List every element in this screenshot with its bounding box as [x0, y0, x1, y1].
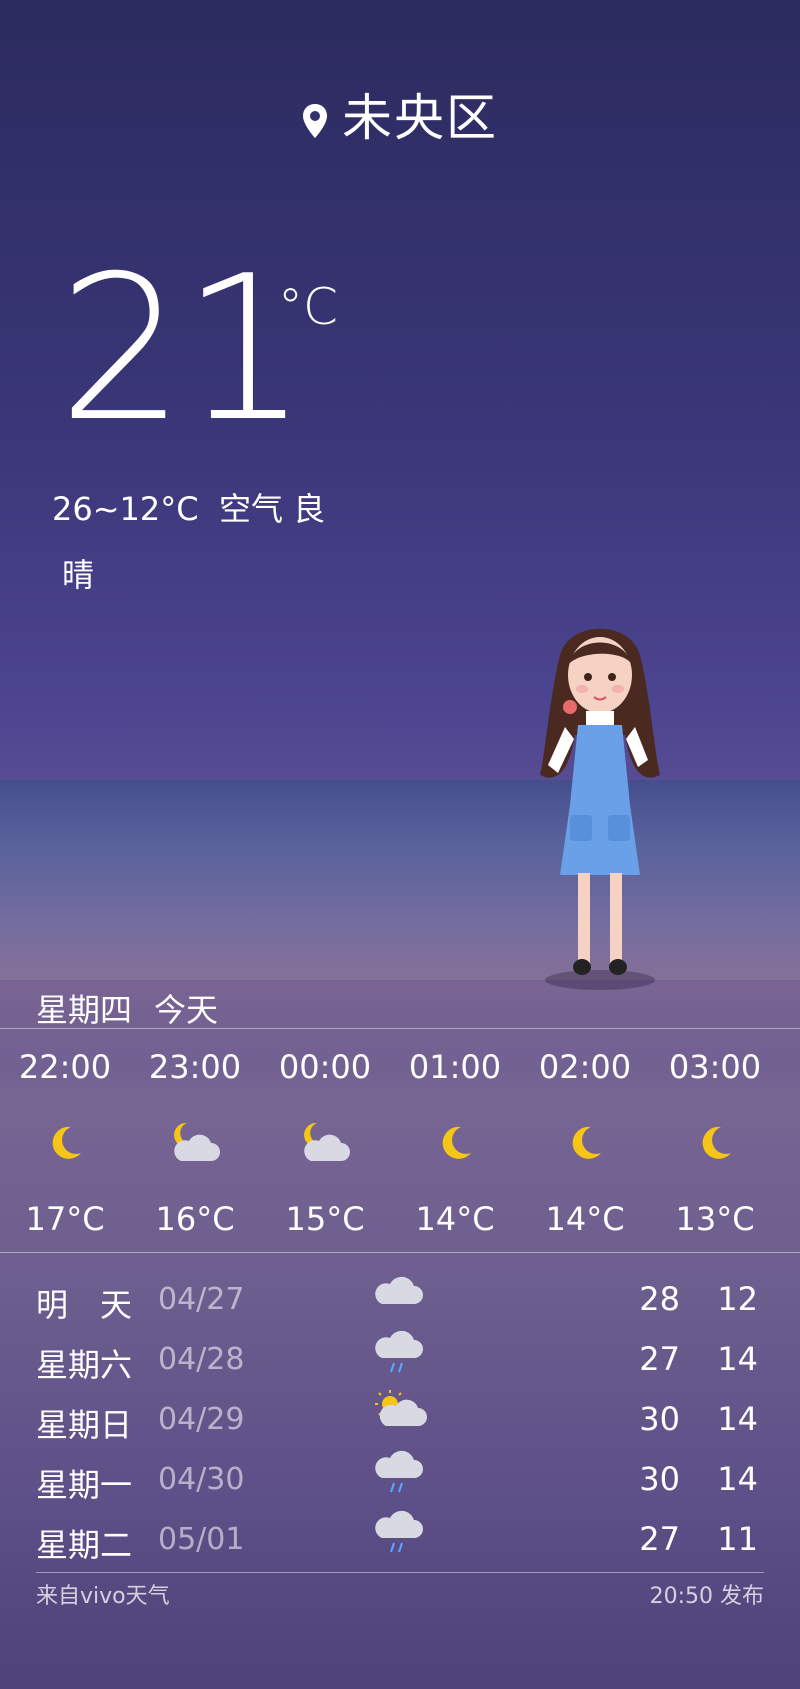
day-date: 04/29	[158, 1402, 245, 1437]
day-date: 04/27	[158, 1282, 245, 1317]
moon-icon	[650, 1098, 780, 1188]
day-name: 明 天	[36, 1286, 133, 1324]
moon-icon	[520, 1098, 650, 1188]
rain-cloud-icon	[374, 1448, 424, 1500]
day-low: 14	[717, 1340, 758, 1378]
moon-icon	[0, 1098, 130, 1188]
day-name: 星期六	[36, 1346, 133, 1384]
day-high: 28	[639, 1280, 680, 1318]
hourly-item: 22:00 17°C	[0, 1048, 130, 1238]
moon-cloud-icon	[260, 1098, 390, 1188]
hour-temp: 14°C	[545, 1200, 625, 1238]
source-label[interactable]: 来自vivo天气	[36, 1578, 170, 1610]
today-weekday: 星期四	[36, 991, 133, 1029]
location-header[interactable]: 未央区	[0, 78, 800, 151]
weather-condition: 晴	[62, 556, 95, 594]
hour-temp: 13°C	[675, 1200, 755, 1238]
rain-cloud-icon	[374, 1508, 424, 1560]
moon-cloud-icon	[130, 1098, 260, 1188]
hour-time: 23:00	[148, 1048, 242, 1086]
current-temperature: 21	[58, 233, 308, 466]
hour-temp: 14°C	[415, 1200, 495, 1238]
day-low: 14	[717, 1400, 758, 1438]
day-name: 星期日	[36, 1406, 133, 1444]
hour-time: 22:00	[18, 1048, 112, 1086]
hourly-item: 03:00 13°C	[650, 1048, 780, 1238]
daily-forecast[interactable]: 明 天 04/27 28 12 星期六 04/28 27 14 星期日 04/2…	[0, 1276, 800, 1578]
publish-time: 20:50 发布	[649, 1584, 764, 1609]
hour-time: 02:00	[538, 1048, 632, 1086]
hourly-item: 02:00 14°C	[520, 1048, 650, 1238]
hour-time: 01:00	[408, 1048, 502, 1086]
hour-time: 00:00	[278, 1048, 372, 1086]
day-date: 04/28	[158, 1342, 245, 1377]
day-low: 14	[717, 1460, 758, 1498]
today-header: 星期四 今天	[36, 985, 240, 1031]
hour-temp: 17°C	[25, 1200, 105, 1238]
cartoon-girl-illustration	[530, 615, 670, 999]
divider	[0, 1252, 800, 1253]
today-label: 今天	[154, 991, 219, 1029]
daily-row[interactable]: 星期二 05/01 27 11	[0, 1510, 800, 1578]
hour-temp: 15°C	[285, 1200, 365, 1238]
moon-icon	[390, 1098, 520, 1188]
cloud-icon	[374, 1268, 424, 1316]
air-quality: 良	[293, 490, 326, 528]
day-low: 12	[717, 1280, 758, 1318]
day-date: 04/30	[158, 1462, 245, 1497]
divider	[36, 1572, 764, 1573]
day-low: 11	[717, 1520, 758, 1558]
air-label: 空气	[218, 490, 283, 528]
sun-cloud-icon	[374, 1388, 428, 1436]
temperature-range-air: 26~12°C 空气 良	[52, 484, 325, 530]
hourly-item: 01:00 14°C	[390, 1048, 520, 1238]
day-date: 05/01	[158, 1522, 245, 1557]
divider	[0, 1028, 800, 1029]
hour-time: 03:00	[668, 1048, 762, 1086]
day-high: 30	[639, 1400, 680, 1438]
temperature-unit: °C	[278, 278, 338, 336]
hour-temp: 16°C	[155, 1200, 235, 1238]
hourly-item: 00:00 15°C	[260, 1048, 390, 1238]
day-name: 星期一	[36, 1466, 133, 1504]
map-pin-icon	[302, 93, 328, 151]
location-name: 未央区	[342, 89, 498, 147]
hourly-item: 23:00 16°C	[130, 1048, 260, 1238]
hourly-forecast[interactable]: 22:00 17°C 23:00 16°C 00:00 15°C 01:00 1…	[0, 1048, 800, 1238]
rain-cloud-icon	[374, 1328, 424, 1380]
day-high: 27	[639, 1520, 680, 1558]
temperature-range: 26~12°C	[52, 490, 199, 528]
day-name: 星期二	[36, 1526, 133, 1564]
day-high: 27	[639, 1340, 680, 1378]
day-high: 30	[639, 1460, 680, 1498]
